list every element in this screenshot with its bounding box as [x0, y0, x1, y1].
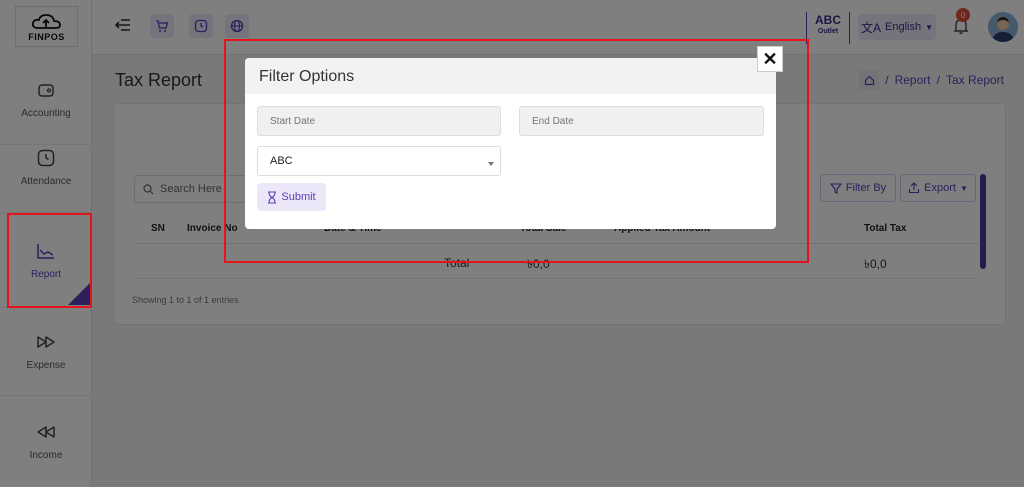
highlight-box-modal [224, 39, 809, 263]
highlight-box-report [7, 213, 92, 308]
